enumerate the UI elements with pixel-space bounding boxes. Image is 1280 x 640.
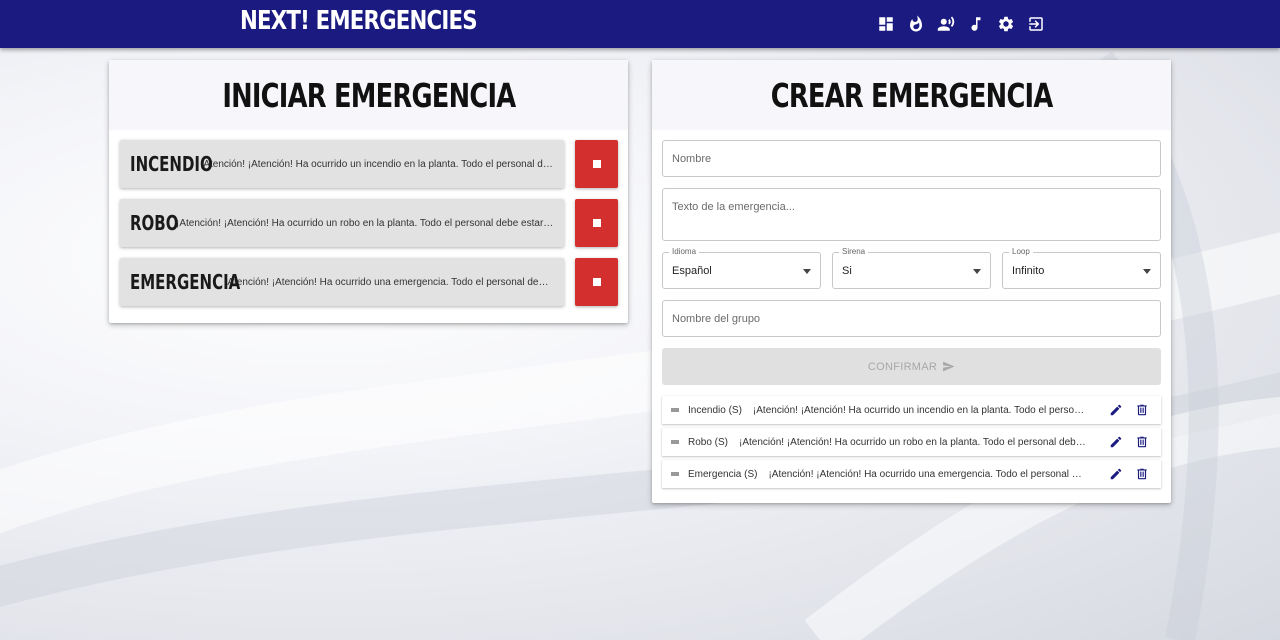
name-input[interactable]: [663, 141, 1160, 176]
list-item: Robo (S) ¡Atención! ¡Atención! Ha ocurri…: [662, 428, 1161, 456]
emergency-card[interactable]: ROBO ¡Atención! ¡Atención! Ha ocurrido u…: [120, 199, 564, 247]
stop-button[interactable]: [575, 199, 618, 247]
siren-value: Si: [842, 265, 852, 277]
emergency-name: ROBO: [130, 211, 179, 235]
nav-icons: [876, 13, 1046, 35]
group-name-input[interactable]: [663, 301, 1160, 336]
loop-value: Infinito: [1012, 265, 1045, 277]
create-emergency-panel: CREAR EMERGENCIA Idioma Español Sirena S…: [652, 60, 1171, 503]
emergency-row: EMERGENCIA ¡Atención! ¡Atención! Ha ocur…: [120, 258, 618, 306]
start-emergency-panel: INICIAR EMERGENCIA INCENDIO ¡Atención! ¡…: [109, 60, 628, 323]
emergency-text: ¡Atención! ¡Atención! Ha ocurrido un inc…: [200, 158, 564, 170]
edit-icon[interactable]: [1103, 467, 1129, 481]
record-voice-icon[interactable]: [936, 13, 956, 35]
list-item: Incendio (S) ¡Atención! ¡Atención! Ha oc…: [662, 396, 1161, 424]
item-name: Emergencia (S): [688, 468, 758, 480]
app-bar: NEXT! EMERGENCIES: [0, 0, 1280, 48]
panel-header: INICIAR EMERGENCIA: [109, 60, 628, 130]
confirm-button[interactable]: CONFIRMAR: [662, 348, 1161, 385]
drag-handle-icon[interactable]: [662, 436, 688, 448]
emergency-card[interactable]: EMERGENCIA ¡Atención! ¡Atención! Ha ocur…: [120, 258, 564, 306]
edit-icon[interactable]: [1103, 435, 1129, 449]
group-field-wrapper: [662, 300, 1161, 337]
edit-icon[interactable]: [1103, 403, 1129, 417]
drag-handle-icon[interactable]: [662, 468, 688, 480]
brand-title: NEXT! EMERGENCIES: [240, 6, 478, 36]
fire-icon[interactable]: [906, 13, 926, 35]
text-field-wrapper: [662, 188, 1161, 241]
panel-title: INICIAR EMERGENCIA: [221, 75, 516, 115]
loop-label: Loop: [1009, 247, 1033, 256]
siren-label: Sirena: [839, 247, 869, 256]
chevron-down-icon: [1143, 269, 1151, 274]
settings-icon[interactable]: [996, 13, 1016, 35]
confirm-label: CONFIRMAR: [867, 360, 938, 373]
item-name: Incendio (S): [688, 404, 742, 416]
stop-icon: [592, 278, 601, 286]
panel-title: CREAR EMERGENCIA: [770, 75, 1054, 115]
send-icon: [943, 361, 955, 372]
music-note-icon[interactable]: [966, 13, 986, 35]
list-item: Emergencia (S) ¡Atención! ¡Atención! Ha …: [662, 460, 1161, 488]
panel-header: CREAR EMERGENCIA: [652, 60, 1171, 130]
logout-icon[interactable]: [1026, 13, 1046, 35]
delete-icon[interactable]: [1129, 467, 1155, 481]
delete-icon[interactable]: [1129, 403, 1155, 417]
language-select[interactable]: Idioma Español: [662, 247, 821, 289]
item-name: Robo (S): [688, 436, 729, 448]
chevron-down-icon: [973, 269, 981, 274]
language-label: Idioma: [669, 247, 700, 256]
item-text: ¡Atención! ¡Atención! Ha ocurrido un rob…: [739, 436, 1103, 448]
emergency-text: ¡Atención! ¡Atención! Ha ocurrido una em…: [224, 276, 564, 288]
emergency-card[interactable]: INCENDIO ¡Atención! ¡Atención! Ha ocurri…: [120, 140, 564, 188]
drag-handle-icon[interactable]: [662, 404, 688, 416]
chevron-down-icon: [803, 269, 811, 274]
language-value: Español: [672, 265, 712, 277]
stop-icon: [592, 160, 601, 168]
emergency-name: INCENDIO: [130, 152, 213, 176]
emergency-row: INCENDIO ¡Atención! ¡Atención! Ha ocurri…: [120, 140, 618, 188]
name-field-wrapper: [662, 140, 1161, 177]
item-text: ¡Atención! ¡Atención! Ha ocurrido una em…: [768, 468, 1103, 480]
siren-select[interactable]: Sirena Si: [832, 247, 991, 289]
emergency-name: EMERGENCIA: [130, 270, 241, 294]
stop-icon: [592, 219, 601, 227]
stop-button[interactable]: [575, 140, 618, 188]
dashboard-icon[interactable]: [876, 13, 896, 35]
emergency-row: ROBO ¡Atención! ¡Atención! Ha ocurrido u…: [120, 199, 618, 247]
emergency-text: ¡Atención! ¡Atención! Ha ocurrido un rob…: [176, 217, 564, 229]
item-text: ¡Atención! ¡Atención! Ha ocurrido un inc…: [752, 404, 1103, 416]
delete-icon[interactable]: [1129, 435, 1155, 449]
loop-select[interactable]: Loop Infinito: [1002, 247, 1161, 289]
stop-button[interactable]: [575, 258, 618, 306]
emergency-text-input[interactable]: [663, 189, 1160, 240]
